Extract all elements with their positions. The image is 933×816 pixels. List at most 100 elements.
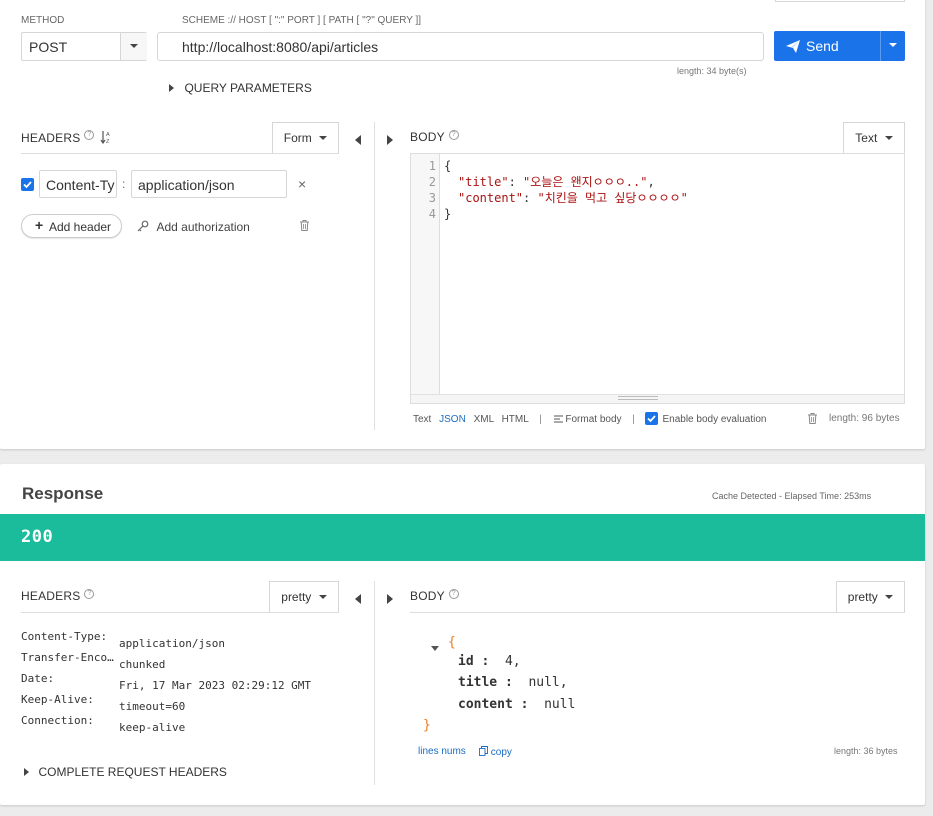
trash-icon[interactable] [808, 413, 817, 424]
enable-eval-checkbox[interactable] [644, 412, 658, 425]
add-authorization-button[interactable]: Add authorization [137, 218, 250, 236]
header-name: Transfer-Enco… [21, 651, 114, 664]
collapse-left-button[interactable] [355, 590, 361, 608]
response-title: Response [22, 484, 104, 503]
add-header-button[interactable]: + Add header [21, 214, 122, 238]
request-body-title: BODY? [410, 130, 459, 144]
format-xml[interactable]: XML [474, 414, 494, 425]
header-name-input[interactable]: Content-Ty [39, 170, 117, 198]
json-string: "치킨을 먹고 싶당ㅇㅇㅇㅇ" [537, 191, 688, 205]
header-value: keep-alive [119, 721, 186, 734]
method-value: POST [29, 39, 68, 55]
json-collapse-toggle[interactable] [431, 640, 439, 658]
separator: | [539, 414, 542, 425]
send-button[interactable]: Send [774, 31, 880, 61]
json-key: content [458, 697, 513, 712]
complete-headers-toggle[interactable]: COMPLETE REQUEST HEADERS [24, 763, 227, 781]
complete-headers-label: COMPLETE REQUEST HEADERS [38, 764, 227, 779]
body-editor[interactable]: 1 2 3 4 { "title": "오늘은 왠지ㅇㅇㅇ..", "conte… [410, 153, 905, 404]
format-body-label: Format body [565, 414, 622, 425]
method-label: METHOD [21, 15, 65, 26]
json-key: "content" [458, 191, 524, 205]
line-gutter: 1 2 3 4 [411, 154, 440, 394]
header-colon: : [122, 177, 126, 191]
chevron-down-icon [318, 594, 327, 599]
json-sep: : [508, 175, 524, 189]
format-text[interactable]: Text [413, 414, 431, 425]
json-comma: , [647, 175, 655, 189]
chevron-down-icon [884, 135, 893, 140]
arrow-right-icon [387, 134, 393, 145]
method-select[interactable]: POST [21, 32, 147, 61]
expand-arrow-icon [24, 767, 29, 776]
collapse-left-button[interactable] [355, 131, 361, 149]
method-dropdown-toggle[interactable] [120, 33, 147, 60]
resize-handle[interactable] [618, 396, 658, 400]
headers-mode-select[interactable]: Form [272, 122, 339, 154]
json-key: title [458, 675, 498, 690]
query-params-toggle[interactable]: QUERY PARAMETERS [169, 79, 312, 95]
arrow-left-icon [355, 593, 361, 604]
format-body-button[interactable]: Format body [553, 414, 625, 425]
enable-eval-label: Enable body evaluation [662, 414, 767, 425]
body-label: BODY [410, 589, 445, 603]
header-value-input[interactable]: application/json [131, 170, 287, 198]
json-field: content : null [458, 697, 575, 712]
response-body-mode-select[interactable]: pretty [836, 581, 905, 613]
json-sep: : [523, 191, 538, 205]
headers-mode-value: Form [283, 131, 312, 145]
header-name: Date: [21, 672, 55, 685]
response-body-length: length: 36 bytes [834, 746, 898, 756]
copy-button[interactable]: copy [479, 746, 512, 758]
header-value-text: application/json [138, 177, 235, 193]
chevron-down-icon [885, 594, 894, 599]
json-key: id [458, 654, 474, 669]
header-enabled-checkbox[interactable] [21, 178, 34, 191]
body-length: length: 96 bytes [829, 413, 900, 424]
url-input[interactable]: http://localhost:8080/api/articles [157, 32, 764, 61]
header-name-value: Content-Ty [46, 177, 115, 193]
json-field: id : 4, [458, 654, 521, 669]
response-headers-mode-select[interactable]: pretty [269, 581, 339, 613]
lines-nums-toggle[interactable]: lines nums [418, 746, 466, 757]
sort-az-icon[interactable]: A Z [100, 130, 112, 145]
help-icon: ? [84, 130, 95, 140]
expand-right-button[interactable] [387, 590, 393, 608]
chevron-down-icon [130, 43, 138, 48]
remove-header-icon[interactable]: × [298, 176, 306, 192]
vertical-splitter [374, 581, 375, 785]
line-number: 3 [428, 191, 436, 205]
code-line: "content": "치킨을 먹고 싶당ㅇㅇㅇㅇ" [458, 190, 688, 206]
header-name: Content-Type: [21, 630, 108, 643]
format-json[interactable]: JSON [439, 414, 466, 425]
plus-icon: + [35, 217, 44, 233]
response-header-row: Transfer-Enco…chunked [21, 647, 351, 671]
code-brace: { [444, 159, 452, 173]
json-open-brace: { [448, 635, 456, 650]
expand-right-button[interactable] [387, 131, 393, 149]
code-line: } [444, 206, 451, 222]
code-line: { [444, 158, 451, 174]
request-headers-title: HEADERS? A Z [21, 130, 112, 145]
svg-text:Z: Z [106, 139, 110, 144]
send-dropdown-toggle[interactable] [880, 31, 905, 61]
response-header-row: Keep-Alive:timeout=60 [21, 689, 351, 713]
json-sep: : [497, 675, 529, 690]
copy-icon [479, 746, 488, 756]
arrow-left-icon [355, 134, 361, 145]
headers-label: HEADERS [21, 589, 81, 603]
response-header-row: Date:Fri, 17 Mar 2023 02:29:12 GMT [21, 668, 351, 692]
help-icon: ? [448, 130, 459, 140]
body-mode-select[interactable]: Text [843, 122, 905, 154]
align-left-icon [553, 415, 563, 423]
separator: | [632, 414, 635, 425]
code-brace: } [444, 207, 452, 221]
arrow-right-icon [387, 593, 393, 604]
headers-label: HEADERS [21, 131, 81, 145]
response-header-row: Connection: keep-alive [21, 710, 351, 734]
header-name: Connection: [21, 714, 94, 727]
status-bar: 200 [0, 514, 925, 561]
trash-icon[interactable] [300, 220, 309, 231]
format-html[interactable]: HTML [502, 414, 529, 425]
url-length: length: 34 byte(s) [677, 66, 747, 76]
